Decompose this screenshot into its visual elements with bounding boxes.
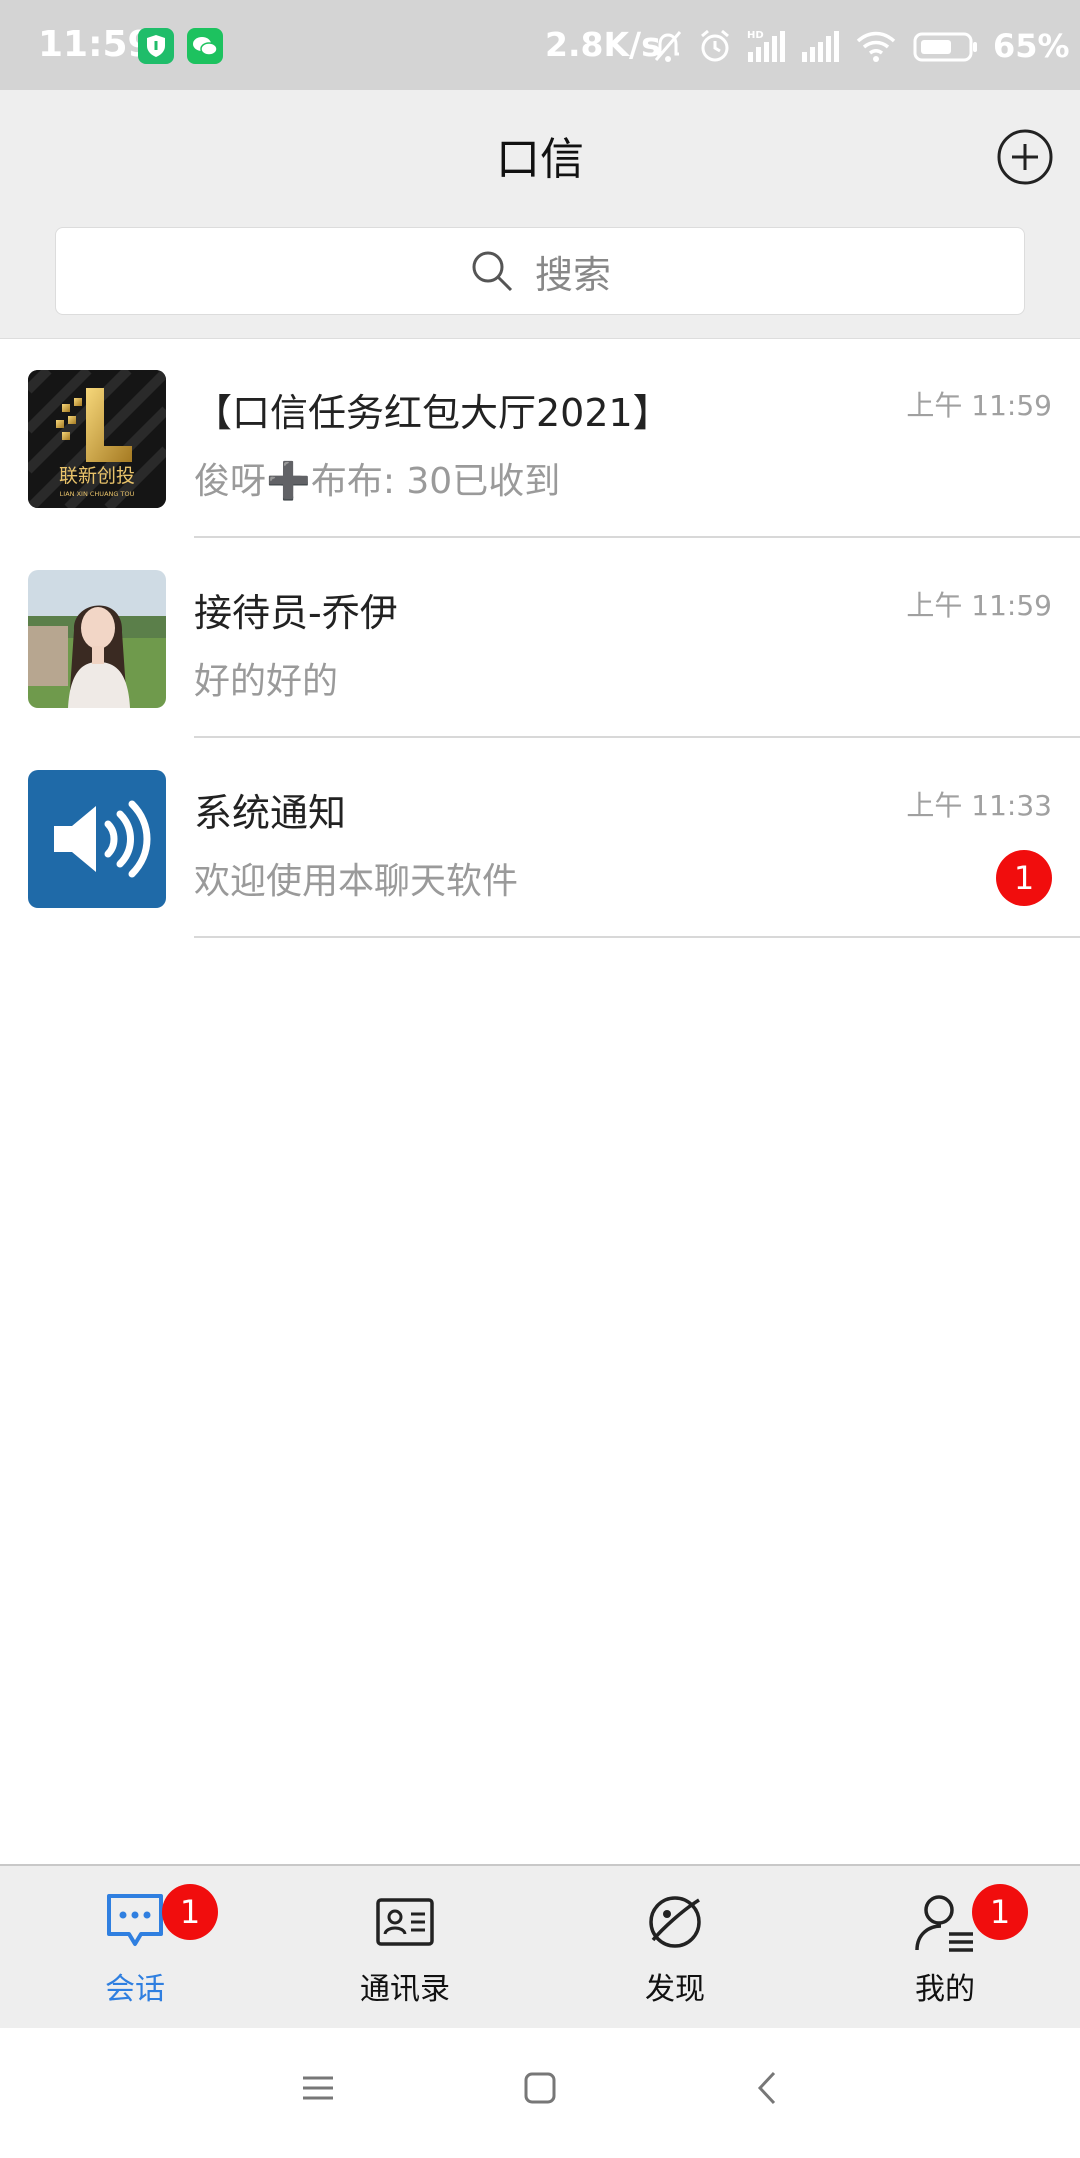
back-icon[interactable] xyxy=(750,2070,786,2106)
conversation-preview: 好的好的 xyxy=(194,661,339,702)
tab-label: 会话 xyxy=(105,1972,165,2007)
search-icon xyxy=(472,251,513,292)
tab-badge: 1 xyxy=(162,1884,218,1940)
planet-icon xyxy=(649,1896,701,1948)
page-title: 口信 xyxy=(496,134,584,185)
wechat-icon xyxy=(187,28,223,64)
chat-bubble-icon xyxy=(107,1894,163,1946)
shield-app-icon xyxy=(138,28,174,64)
tab-label: 发现 xyxy=(645,1972,705,2007)
status-icons: HD xyxy=(652,26,978,66)
menu-icon[interactable] xyxy=(300,2070,336,2106)
plus-circle-icon[interactable] xyxy=(996,128,1054,186)
profile-icon xyxy=(915,1895,973,1952)
battery-icon xyxy=(913,32,977,62)
avatar-logo-text: 联新创投 xyxy=(59,465,135,487)
tab-label: 我的 xyxy=(915,1972,975,2007)
tab-conversations[interactable]: 会话 1 xyxy=(0,1866,270,2030)
tab-contacts[interactable]: 通讯录 xyxy=(270,1866,540,2030)
conversation-time: 上午 11:59 xyxy=(906,389,1052,422)
conversation-time: 上午 11:33 xyxy=(906,789,1052,822)
battery-percent: 65% xyxy=(993,27,1070,65)
divider xyxy=(194,936,1080,938)
conversation-item-task-hall[interactable]: 联新创投 LIAN XIN CHUANG TOU 【口信任务红包大厅2021】 … xyxy=(0,338,1080,538)
conversation-preview: 俊呀➕布布: 30已收到 xyxy=(194,461,561,502)
conversation-name: 【口信任务红包大厅2021】 xyxy=(194,391,671,435)
tab-discover[interactable]: 发现 xyxy=(540,1866,810,2030)
bottom-tab-bar: 会话 1 通讯录 发现 我的 1 xyxy=(0,1864,1080,2030)
speaker-icon xyxy=(54,800,151,878)
mute-bell-icon xyxy=(654,31,682,62)
system-nav-bar xyxy=(0,2028,1080,2158)
conversation-name: 接待员-乔伊 xyxy=(194,591,398,635)
conversation-item-system-notice[interactable]: 系统通知 欢迎使用本聊天软件 上午 11:33 1 xyxy=(0,738,1080,938)
home-icon[interactable] xyxy=(522,2070,558,2106)
tab-me[interactable]: 我的 1 xyxy=(810,1866,1080,2030)
contact-card-icon xyxy=(376,1898,434,1946)
search-placeholder: 搜索 xyxy=(534,252,611,297)
conversation-preview: 欢迎使用本聊天软件 xyxy=(194,861,519,902)
svg-text:HD: HD xyxy=(747,30,764,41)
tab-badge: 1 xyxy=(972,1884,1028,1940)
signal-icon xyxy=(802,31,839,62)
tab-label: 通讯录 xyxy=(360,1972,450,2007)
conversation-name: 系统通知 xyxy=(194,791,347,835)
conversation-item-receptionist[interactable]: 接待员-乔伊 好的好的 上午 11:59 xyxy=(0,538,1080,738)
search-input[interactable]: 搜索 xyxy=(55,227,1025,315)
avatar xyxy=(28,770,166,908)
network-speed: 2.8K/s xyxy=(545,25,661,64)
status-time: 11:59 xyxy=(38,24,153,65)
avatar xyxy=(28,570,166,708)
status-bar: 11:59 2.8K/s HD 65% xyxy=(0,0,1080,90)
alarm-icon xyxy=(701,29,729,62)
conversation-time: 上午 11:59 xyxy=(906,589,1052,622)
unread-badge: 1 xyxy=(996,850,1052,906)
avatar: 联新创投 LIAN XIN CHUANG TOU xyxy=(28,370,166,508)
wifi-icon xyxy=(856,31,896,62)
hd-signal-icon: HD xyxy=(747,30,785,62)
app-header: 口信 搜索 xyxy=(0,90,1080,339)
avatar-logo-subtext: LIAN XIN CHUANG TOU xyxy=(60,490,135,498)
